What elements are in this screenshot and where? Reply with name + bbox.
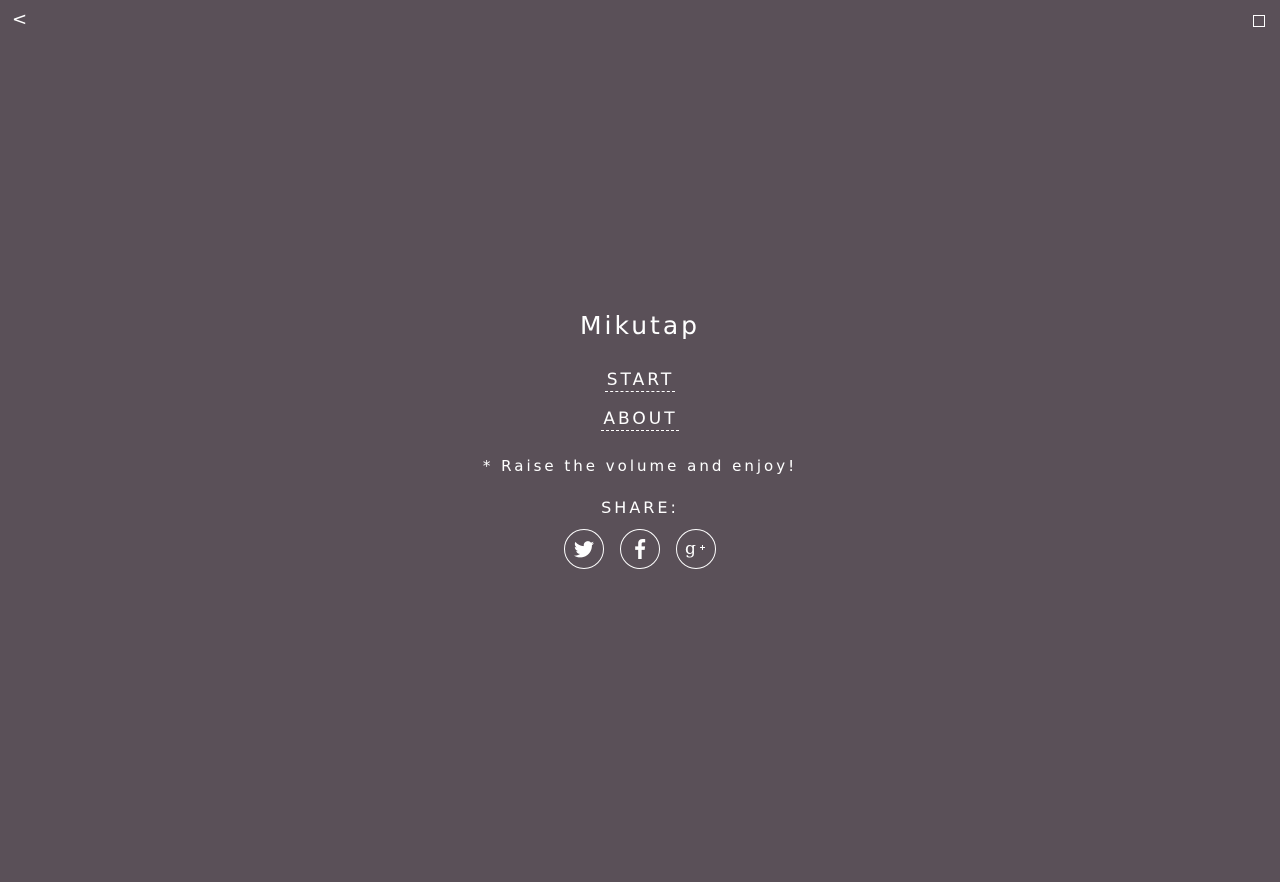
about-link[interactable]: ABOUT bbox=[601, 409, 679, 431]
share-buttons: g bbox=[0, 529, 1280, 569]
twitter-share-button[interactable] bbox=[564, 529, 604, 569]
svg-text:g: g bbox=[685, 539, 696, 559]
page: < Mikutap START ABOUT * Raise the volume… bbox=[0, 0, 1280, 882]
twitter-icon bbox=[574, 540, 594, 557]
share-label: SHARE: bbox=[601, 498, 679, 517]
facebook-icon bbox=[635, 539, 646, 559]
volume-note: * Raise the volume and enjoy! bbox=[482, 457, 798, 475]
app-title: Mikutap bbox=[579, 311, 701, 340]
about-row: ABOUT bbox=[0, 409, 1280, 431]
start-link[interactable]: START bbox=[604, 370, 676, 392]
start-row: START bbox=[0, 370, 1280, 392]
fullscreen-button[interactable] bbox=[1253, 15, 1265, 27]
main-panel: Mikutap START ABOUT * Raise the volume a… bbox=[0, 308, 1280, 569]
back-button[interactable]: < bbox=[12, 8, 27, 32]
google-plus-share-button[interactable]: g bbox=[676, 529, 716, 569]
facebook-share-button[interactable] bbox=[620, 529, 660, 569]
google-plus-icon: g bbox=[685, 539, 705, 559]
